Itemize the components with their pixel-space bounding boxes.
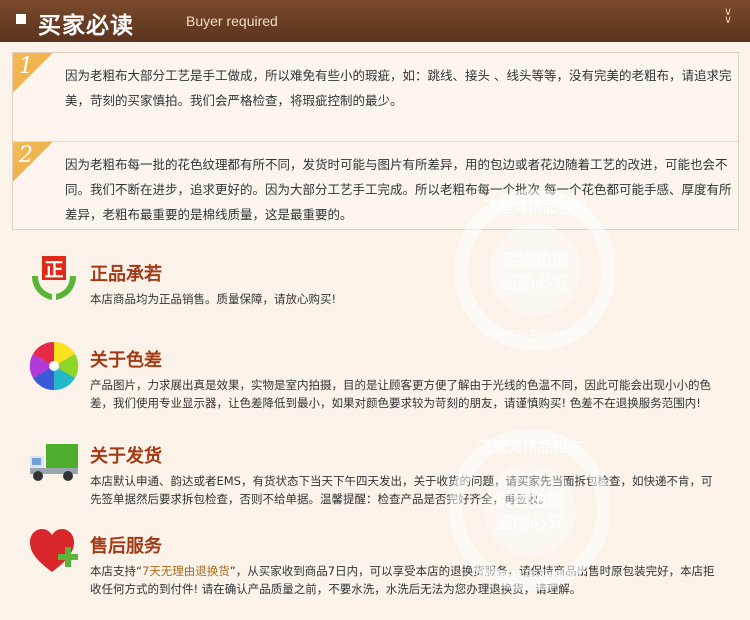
watermark-stamp: 飞雁滩精品粗布 实物拍摄 盗图必究 feiyantan.taobao.com <box>454 189 616 351</box>
watermark-center-1: 实物拍摄 <box>501 251 569 271</box>
section-title: 关于发货 <box>90 446 162 467</box>
svg-text:盗图必究: 盗图必究 <box>496 513 564 533</box>
svg-text:实物拍摄: 实物拍摄 <box>496 491 564 511</box>
chevron-down-icon: ∨ ∨ <box>723 5 732 26</box>
section-text: 本店商品均为正品销售。质量保障，请放心购买! <box>90 292 337 306</box>
section-title: 正品承若 <box>90 264 162 285</box>
watermark-center-2: 盗图必究 <box>501 273 569 293</box>
seven-day-return-highlight: 7天无理由退换货 <box>141 564 230 578</box>
zheng-hands-icon: 正 <box>28 254 80 306</box>
note-text: 因为老粗布大部分工艺是手工做成，所以难免有些小的瑕疵，如：跳线、接头 、线头等等… <box>65 68 732 108</box>
section-text: 本店默认申通、韵达或者EMS，有货状态下当天下午四天发出，关于收货的问题，请买家… <box>90 474 713 506</box>
svg-text:正: 正 <box>44 259 63 281</box>
heart-plus-icon <box>28 526 80 578</box>
section-title: 售后服务 <box>90 536 162 557</box>
note-divider <box>13 141 738 142</box>
header-title: 买家必读 <box>38 13 134 39</box>
watermark-stamp: 飞雁滩精品粗布 实物拍摄 盗图必究 feiyantan.taobao.com <box>449 429 611 591</box>
notes-box: 1 因为老粗布大部分工艺是手工做成，所以难免有些小的瑕疵，如：跳线、接头 、线头… <box>12 52 739 230</box>
color-wheel-icon <box>28 340 80 392</box>
watermark-ring: 飞雁滩精品粗布 <box>482 198 587 216</box>
watermark-bottom: feiyantan.taobao.com <box>480 328 590 339</box>
note-text: 因为老粗布每一批的花色纹理都有所不同，发货时可能与图片有所差异，用的包边或者花边… <box>65 157 732 222</box>
svg-text:feiyantan.taobao.com: feiyantan.taobao.com <box>475 568 585 579</box>
section-title: 关于色差 <box>90 350 162 371</box>
header-subtitle: Buyer required <box>186 13 278 29</box>
section-text: 产品图片，力求展出真是效果，实物是室内拍摄，目的是让顾客更方便了解由于光线的色温… <box>90 378 711 410</box>
truck-icon <box>28 436 80 488</box>
section-text: 本店支持“7天无理由退换货”，从买家收到商品7日内，可以享受本店的退换货服务，请… <box>90 564 715 596</box>
buyer-notice-header: 买家必读 Buyer required ∨ ∨ <box>0 0 750 42</box>
note-number-badge: 1 <box>13 53 53 93</box>
header-square-icon <box>16 14 26 24</box>
note-number-badge: 2 <box>13 142 53 182</box>
svg-text:飞雁滩精品粗布: 飞雁滩精品粗布 <box>477 438 582 456</box>
